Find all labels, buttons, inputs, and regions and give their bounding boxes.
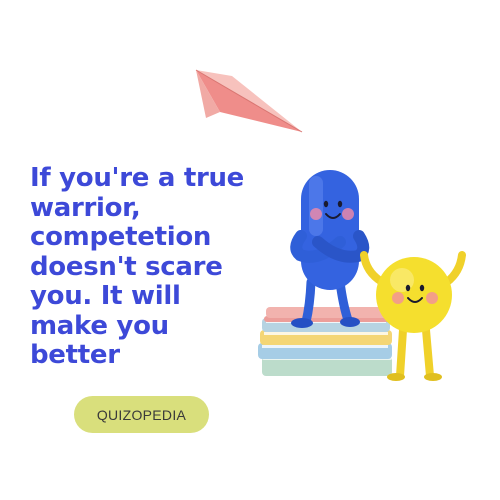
quote-line: make you: [30, 310, 169, 341]
quote-line: competetion: [30, 222, 212, 252]
quizopedia-badge[interactable]: QUIZOPEDIA: [74, 396, 209, 433]
motivational-quote: If you're a true warrior, competetion do…: [30, 163, 280, 371]
quote-line: If you're a true: [30, 163, 245, 193]
quote-line: doesn't scare: [30, 251, 223, 282]
paper-airplane-icon: [195, 69, 303, 133]
quote-line: better: [30, 340, 120, 370]
quote-line: you. It will: [30, 281, 181, 311]
blue-character: [290, 170, 370, 328]
quote-line: warrior,: [30, 192, 141, 223]
